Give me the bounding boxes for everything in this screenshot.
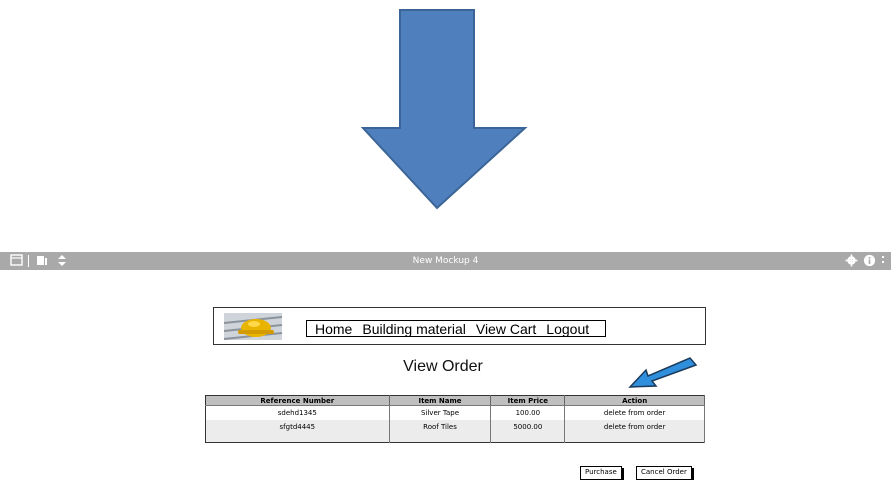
more-icon-dot [882, 261, 884, 263]
page-title: View Order [403, 358, 483, 375]
nav-logout-link[interactable]: Logout [546, 321, 589, 337]
col-item-price: Item Price [490, 395, 566, 406]
cell-item-price: 100.00 [490, 405, 566, 420]
cell-reference: sfgtd4445 [205, 420, 390, 434]
nav-view-cart-link[interactable]: View Cart [476, 321, 536, 337]
delete-from-order-link[interactable]: delete from order [564, 420, 705, 434]
gear-icon[interactable] [845, 254, 858, 267]
table-empty-row [205, 434, 705, 443]
hardhat-logo [224, 313, 282, 340]
cell-item-name: Silver Tape [389, 405, 492, 420]
delete-from-order-link[interactable]: delete from order [564, 405, 705, 420]
table-row: sdehd1345 Silver Tape 100.00 delete from… [205, 405, 705, 420]
callout-arrow-icon [628, 357, 698, 388]
col-item-name: Item Name [389, 395, 492, 406]
order-table: Reference Number Item Name Item Price Ac… [205, 395, 705, 443]
purchase-button[interactable]: Purchase [580, 466, 622, 480]
nav-home-link[interactable]: Home [315, 321, 352, 337]
table-row: sfgtd4445 Roof Tiles 5000.00 delete from… [205, 420, 705, 434]
mockup-toolbar: New Mockup 4 [0, 252, 891, 270]
main-nav: Home Building material View Cart Logout [306, 320, 606, 337]
cell-item-name: Roof Tiles [389, 420, 492, 434]
cell-item-price: 5000.00 [490, 420, 566, 434]
cell-reference: sdehd1345 [205, 405, 390, 420]
info-icon[interactable] [863, 254, 876, 267]
cancel-order-button[interactable]: Cancel Order [636, 466, 692, 480]
down-arrow-icon [360, 9, 528, 210]
site-header: Home Building material View Cart Logout [213, 307, 706, 345]
mockup-title: New Mockup 4 [412, 256, 479, 266]
col-action: Action [564, 395, 705, 406]
more-icon[interactable] [882, 256, 884, 258]
col-reference-number: Reference Number [205, 395, 390, 406]
nav-building-material-link[interactable]: Building material [362, 321, 466, 337]
table-header-row: Reference Number Item Name Item Price Ac… [205, 395, 705, 406]
